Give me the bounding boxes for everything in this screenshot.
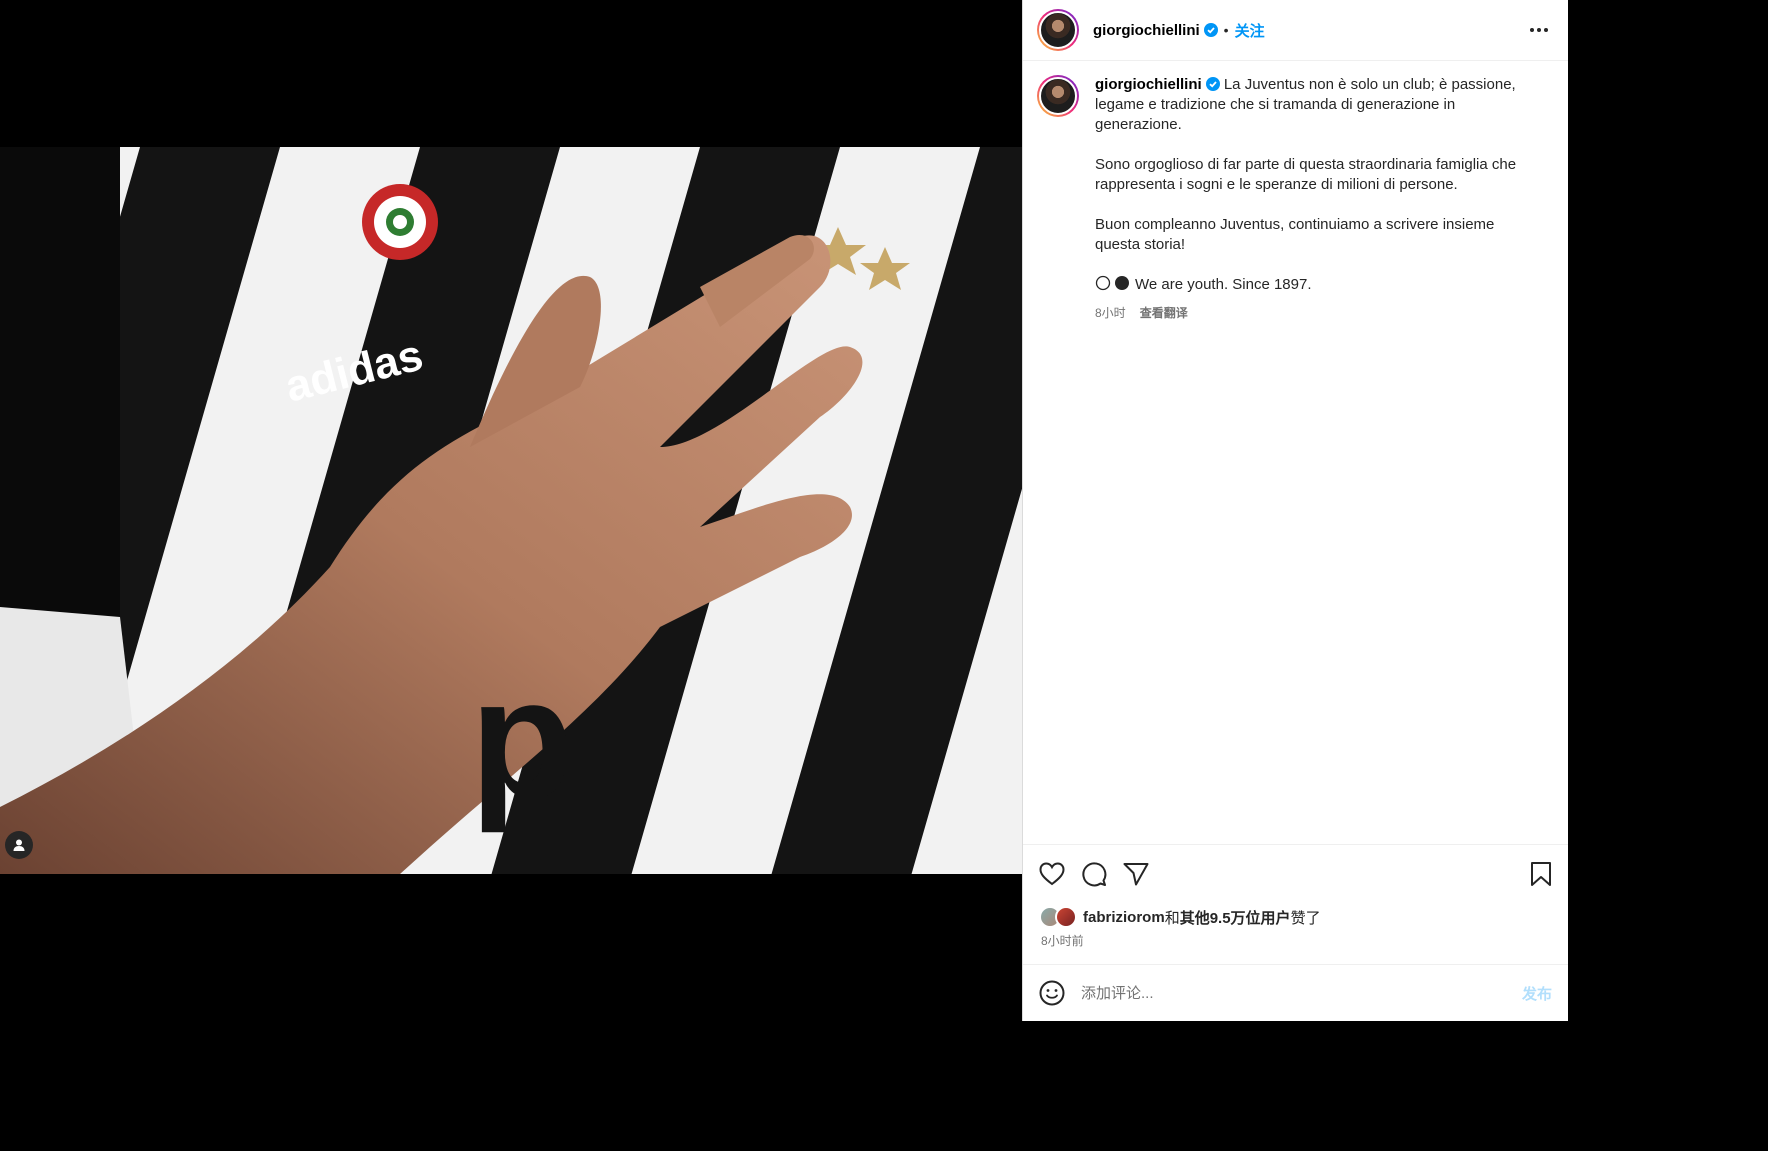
follow-button[interactable]: 关注 [1235,20,1265,41]
likes-and: 和 [1164,909,1180,927]
post-image: adidas p [0,147,1022,874]
bookmark-icon[interactable] [1530,861,1552,887]
verified-badge-icon [1203,23,1218,37]
caption-meta: 8小时 查看翻译 [1095,303,1535,323]
comment-box: 发布 [1023,964,1568,1021]
post-time: 8小时前 [1041,934,1084,948]
likes-others[interactable]: 其他9.5万位用户 [1180,907,1291,928]
likes-suffix: 赞了 [1290,909,1321,927]
comment-input[interactable] [1081,984,1522,1002]
caption-text: giorgiochiellini La Juventus non è solo … [1095,75,1535,844]
translate-link[interactable]: 查看翻译 [1140,303,1188,323]
share-icon[interactable] [1123,862,1149,886]
caption-paragraph-4: We are youth. Since 1897. [1135,276,1312,293]
media-area: adidas p [0,0,1022,1021]
svg-text:p: p [470,644,574,834]
caption-area: giorgiochiellini La Juventus non è solo … [1023,61,1568,844]
caption-username[interactable]: giorgiochiellini [1095,76,1202,93]
white-black-circles-icon [1095,275,1129,291]
caption-time: 8小时 [1095,306,1126,320]
user-tag-icon[interactable] [5,831,33,859]
action-bar [1023,844,1568,902]
caption-avatar[interactable] [1037,75,1079,117]
liker-avatars[interactable] [1039,906,1079,928]
liker-username[interactable]: fabriziorom [1083,909,1165,926]
comment-icon[interactable] [1081,861,1107,887]
post-comment-button[interactable]: 发布 [1522,983,1552,1004]
heart-icon[interactable] [1039,861,1065,886]
post-header: giorgiochiellini • 关注 [1023,0,1568,61]
post-sidebar: giorgiochiellini • 关注 giorgiochiellini L… [1022,0,1568,1021]
caption-paragraph-3: Buon compleanno Juventus, continuiamo a … [1095,216,1495,253]
likes-summary: fabriziorom 和其他9.5万位用户 赞了 [1023,902,1568,932]
separator-dot: • [1223,22,1229,38]
post-photo[interactable]: adidas p [0,147,1022,874]
emoji-icon[interactable] [1039,980,1065,1006]
caption-paragraph-2: Sono orgoglioso di far parte di questa s… [1095,156,1517,193]
verified-badge-icon [1205,77,1220,91]
author-username[interactable]: giorgiochiellini [1093,22,1200,39]
more-options-icon[interactable] [1524,22,1554,38]
post-modal: adidas p giorgiochiellini • 关注 giorgioch… [0,0,1568,1021]
author-avatar[interactable] [1037,9,1079,51]
